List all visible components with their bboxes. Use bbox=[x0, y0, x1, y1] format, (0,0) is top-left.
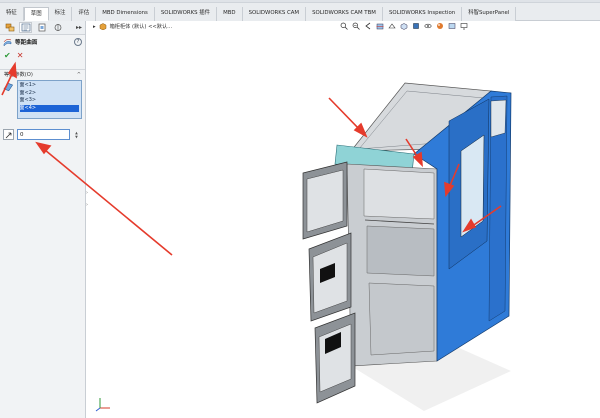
reverse-direction-icon[interactable] bbox=[3, 129, 14, 140]
feature-title: 等距曲面 bbox=[15, 40, 38, 46]
faces-list[interactable]: 面<1> 面<2> 面<3> 面<4> bbox=[16, 80, 82, 119]
tab-solidworks-addins[interactable]: SOLIDWORKS 插件 bbox=[154, 7, 218, 21]
property-manager-tab[interactable] bbox=[19, 22, 32, 33]
feature-header: 等距曲面 ? bbox=[0, 35, 85, 49]
door-window-upper bbox=[306, 169, 344, 233]
tab-features[interactable]: 特征 bbox=[0, 7, 24, 21]
side-window-small bbox=[490, 99, 507, 138]
offset-stepper[interactable]: ▲ ▼ bbox=[73, 129, 80, 140]
command-manager-tabs: 特征 草图 标注 评估 MBD Dimensions SOLIDWORKS 插件… bbox=[0, 0, 600, 21]
offset-surface-icon bbox=[3, 38, 12, 47]
ok-checkmark-icon[interactable]: ✔ bbox=[4, 51, 11, 60]
graphics-area[interactable]: ▸ 箱柜柜体 (默认) <<默认... bbox=[89, 21, 600, 418]
cabinet-model[interactable] bbox=[89, 21, 600, 418]
tab-solidworks-cam[interactable]: SOLIDWORKS CAM bbox=[242, 7, 307, 21]
spin-down-icon[interactable]: ▼ bbox=[73, 135, 80, 139]
collapse-chevron-icon[interactable]: ^ bbox=[77, 72, 81, 78]
offset-distance-row: ▲ ▼ bbox=[0, 129, 85, 140]
interior-middle-bay bbox=[366, 225, 435, 277]
face-list-item[interactable]: 面<1> bbox=[20, 82, 79, 90]
ribbon-edge bbox=[0, 0, 600, 3]
configuration-manager-tab[interactable] bbox=[35, 22, 48, 33]
dimxpert-icon bbox=[54, 24, 61, 31]
interior-upper-bay bbox=[363, 168, 435, 220]
face-selection-icon bbox=[3, 82, 14, 92]
group-title: 等距参数(O) bbox=[4, 72, 33, 78]
face-list-item[interactable]: 面<2> bbox=[20, 90, 79, 98]
feature-manager-tab[interactable] bbox=[3, 22, 16, 33]
face-list-item[interactable]: 面<3> bbox=[20, 97, 79, 105]
offset-distance-input[interactable] bbox=[17, 129, 70, 140]
configuration-icon bbox=[38, 23, 45, 32]
reference-triad-icon bbox=[95, 398, 110, 412]
tab-sketch[interactable]: 草图 bbox=[23, 7, 49, 21]
tab-superpanel[interactable]: 科智SuperPanel bbox=[462, 7, 517, 21]
solidworks-window: 特征 草图 标注 评估 MBD Dimensions SOLIDWORKS 插件… bbox=[0, 0, 600, 418]
faces-selection: 面<1> 面<2> 面<3> 面<4> bbox=[0, 79, 85, 119]
face-list-item-selected[interactable]: 面<4> bbox=[19, 104, 79, 112]
offset-parameters-group[interactable]: 等距参数(O) ^ bbox=[0, 69, 85, 79]
tab-evaluate[interactable]: 评估 bbox=[72, 7, 97, 21]
interior-lower-bay bbox=[368, 282, 435, 356]
tab-solidworks-cam-tbm[interactable]: SOLIDWORKS CAM TBM bbox=[306, 7, 383, 21]
dimxpert-manager-tab[interactable] bbox=[51, 22, 64, 33]
tab-mbd-dimensions[interactable]: MBD Dimensions bbox=[96, 7, 155, 21]
tab-solidworks-inspection[interactable]: SOLIDWORKS Inspection bbox=[382, 7, 463, 21]
direction-arrow-icon bbox=[5, 132, 11, 138]
manager-tabs: ▸▸ bbox=[0, 21, 85, 35]
tab-markup[interactable]: 标注 bbox=[48, 7, 73, 21]
tab-mbd[interactable]: MBD bbox=[217, 7, 243, 21]
cancel-x-icon[interactable]: ✕ bbox=[17, 51, 24, 60]
property-manager-panel: ▸▸ 等距曲面 ? ✔ ✕ 等距参数(O) ^ 面<1> 面<2> 面<3> 面… bbox=[0, 21, 86, 418]
property-list-icon bbox=[21, 23, 30, 32]
splitter-arrow-icon: › bbox=[86, 202, 88, 208]
help-icon[interactable]: ? bbox=[74, 38, 82, 46]
panel-tabs-overflow-icon[interactable]: ▸▸ bbox=[76, 24, 82, 31]
feature-tree-icon bbox=[5, 23, 14, 32]
tab-strip: 特征 草图 标注 评估 MBD Dimensions SOLIDWORKS 插件… bbox=[0, 7, 517, 21]
splitter-arrow-icon: › bbox=[86, 190, 88, 196]
confirm-row: ✔ ✕ bbox=[0, 49, 85, 61]
